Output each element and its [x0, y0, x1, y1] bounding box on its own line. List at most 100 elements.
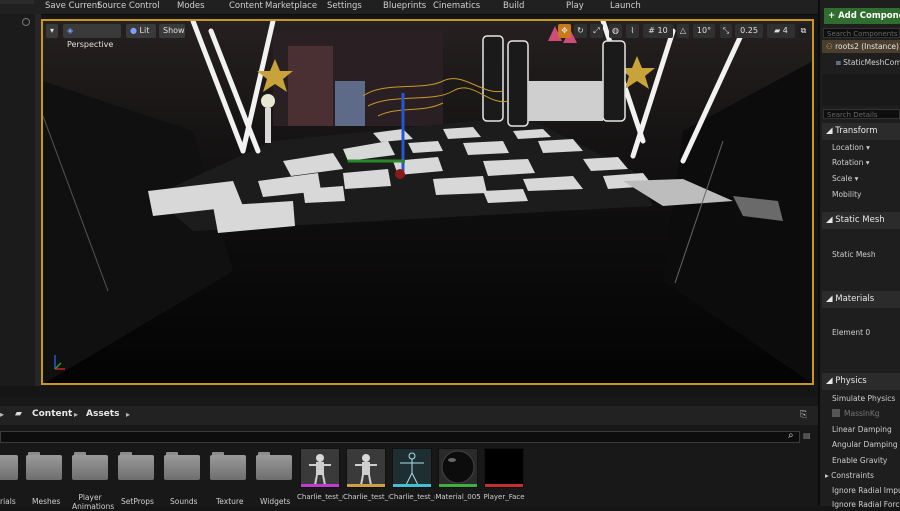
rotation-snap-icon[interactable]: △ [677, 24, 689, 38]
move-tool-icon[interactable]: ✥ [558, 24, 571, 38]
static-mesh-icon: ⧈ [836, 58, 841, 67]
chevron-right-icon: ▸ [74, 410, 79, 419]
simulate-physics-label: Simulate Physics [832, 394, 896, 403]
folder-label: Player Animations [72, 493, 115, 511]
left-panel-strip [0, 14, 40, 386]
scale-dropdown[interactable]: Scale ▾ [832, 174, 858, 183]
content-path-bar: ▸ ▰ Content ▸ Assets ▸ ⎘ [0, 406, 818, 425]
search-components-input[interactable]: Search Components [823, 28, 900, 38]
source-control-button[interactable]: Source Control [97, 1, 160, 11]
camera-speed-button[interactable]: ▰ 4 [767, 24, 795, 38]
location-dropdown[interactable]: Location ▾ [832, 143, 870, 152]
physics-section-label: Physics [835, 376, 867, 386]
transform-section-header[interactable]: ◢ Transform [822, 123, 900, 140]
play-button[interactable]: Play [566, 1, 584, 11]
asset-type-bar [485, 484, 523, 487]
viewport-options-button[interactable]: ▾ [46, 24, 58, 38]
actor-icon: ⚇ [826, 42, 833, 51]
content-button[interactable]: Content [229, 1, 263, 11]
transform-section-label: Transform [835, 126, 878, 136]
rotate-tool-icon[interactable]: ↻ [574, 24, 587, 38]
chevron-right-icon: ▸ [126, 410, 131, 419]
lit-button[interactable]: ● Lit [126, 24, 156, 38]
level-viewport[interactable]: ▾ ◈ Perspective ● Lit Show ✥ ↻ ⤢ ◍ ⌇ # 1… [41, 19, 814, 385]
mass-checkbox[interactable] [832, 409, 840, 417]
filter-icon[interactable]: ▤ [803, 431, 811, 440]
scale-snap-icon[interactable]: ⤡ [720, 24, 732, 38]
add-component-button[interactable]: + Add Component [824, 8, 900, 24]
asset-label: Charlie_test_rigged1 [297, 493, 343, 501]
camera-speed-icon: ▰ [774, 26, 781, 35]
folder-icon: ▰ [15, 409, 22, 419]
surface-snap-icon[interactable]: ⌇ [626, 24, 639, 38]
modes-button[interactable]: Modes [177, 1, 205, 11]
launch-button[interactable]: Launch [610, 1, 641, 11]
static-mesh-property-label: Static Mesh [832, 250, 876, 259]
history-icon[interactable]: ⎘ [800, 410, 807, 420]
asset-thumbnail[interactable] [346, 448, 386, 488]
scale-tool-icon[interactable]: ⤢ [590, 24, 603, 38]
breadcrumb-content[interactable]: Content [32, 409, 72, 419]
actor-instance-label: roots2 (Instance) [835, 42, 899, 51]
folder-materials[interactable] [0, 452, 18, 480]
search-details-input[interactable]: Search Details [823, 109, 900, 119]
settings-button[interactable]: Settings [327, 1, 362, 11]
folder-texture[interactable] [210, 452, 246, 480]
mass-row: MassInKg [832, 409, 880, 418]
clock-icon[interactable] [22, 18, 30, 26]
world-local-icon[interactable]: ◍ [609, 24, 622, 38]
marketplace-button[interactable]: Marketplace [265, 1, 317, 11]
collapse-arrow-icon: ◢ [826, 376, 833, 386]
folder-widgets[interactable] [256, 452, 292, 480]
main-toolbar: Save Current Source Control Modes Conten… [0, 0, 818, 15]
collapse-arrow-icon: ◢ [826, 126, 833, 136]
physics-section-header[interactable]: ◢ Physics [822, 373, 900, 390]
toolbar-tab-remnant [0, 0, 34, 4]
collapse-arrow-icon: ◢ [826, 294, 833, 304]
expand-arrow-icon: ▸ [825, 471, 829, 480]
build-button[interactable]: Build [503, 1, 524, 11]
asset-thumbnail[interactable] [300, 448, 340, 488]
folder-player-animations[interactable] [72, 452, 108, 480]
folder-label: rials [0, 497, 16, 506]
asset-thumbnail[interactable] [438, 448, 478, 488]
blueprints-button[interactable]: Blueprints [383, 1, 426, 11]
scale-snap-value[interactable]: 0.25 [735, 24, 763, 38]
asset-search-input[interactable] [0, 431, 800, 443]
chevron-down-icon: ▾ [854, 174, 859, 183]
folder-label: Texture [216, 497, 244, 506]
search-icon[interactable]: ⌕ [788, 430, 794, 441]
mobility-label: Mobility [832, 190, 862, 199]
folder-sounds[interactable] [164, 452, 200, 480]
save-current-button[interactable]: Save Current [45, 1, 101, 11]
cinematics-button[interactable]: Cinematics [433, 1, 480, 11]
maximize-viewport-icon[interactable]: ⧉ [798, 24, 809, 38]
actor-instance-row[interactable]: ⚇ roots2 (Instance) [822, 40, 900, 53]
asset-label: Charlie_test_rigged [389, 493, 435, 501]
folder-label: Sounds [170, 497, 198, 506]
component-tree-area [822, 74, 900, 106]
folder-meshes[interactable] [26, 452, 62, 480]
show-button[interactable]: Show [159, 24, 185, 38]
folder-label: Widgets [260, 497, 291, 506]
component-row[interactable]: ⧈ StaticMeshComponent [836, 58, 900, 68]
constraints-row[interactable]: ▸ Constraints [825, 471, 874, 480]
lit-label: Lit [139, 26, 150, 35]
asset-type-bar [301, 484, 339, 487]
camera-icon: ◈ [67, 26, 74, 35]
folder-setprops[interactable] [118, 452, 154, 480]
materials-section-header[interactable]: ◢ Materials [822, 291, 900, 308]
asset-label: Material_005 [435, 493, 481, 501]
asset-type-bar [393, 484, 431, 487]
asset-thumbnail[interactable] [392, 448, 432, 488]
rotation-snap-value[interactable]: 10° [693, 24, 715, 38]
asset-thumbnail[interactable] [484, 448, 524, 488]
grid-snap-button[interactable]: # 10 [643, 24, 673, 38]
breadcrumb-assets[interactable]: Assets [86, 409, 119, 419]
static-mesh-section-label: Static Mesh [835, 215, 885, 225]
static-mesh-section-header[interactable]: ◢ Static Mesh [822, 212, 900, 229]
rotation-dropdown[interactable]: Rotation ▾ [832, 158, 870, 167]
perspective-button[interactable]: ◈ Perspective [63, 24, 121, 49]
angular-damping-label: Angular Damping [832, 440, 898, 449]
details-panel: + Add Component Search Components ⚇ root… [818, 0, 900, 509]
